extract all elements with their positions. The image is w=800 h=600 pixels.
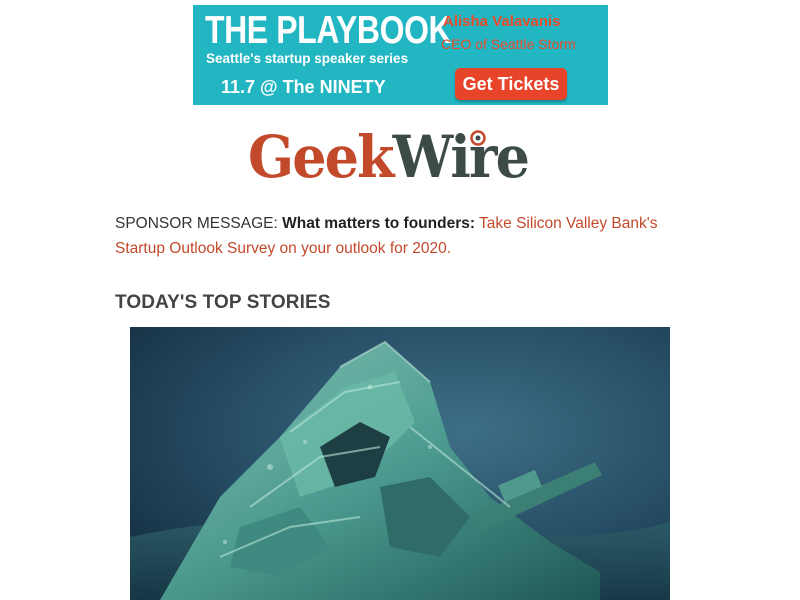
top-stories-heading: TODAY'S TOP STORIES xyxy=(115,292,331,313)
shipwreck-photo-icon xyxy=(130,327,670,600)
signal-dot-icon xyxy=(470,130,486,146)
top-story-image[interactable] xyxy=(130,327,670,600)
get-tickets-button[interactable]: Get Tickets xyxy=(455,68,567,100)
banner-speaker-role: CEO of Seattle Storm xyxy=(441,36,576,52)
geekwire-logo[interactable]: GeekWire xyxy=(248,122,553,192)
logo-geek: Geek xyxy=(248,123,394,191)
banner-speaker-name: Alisha Valavanis xyxy=(443,13,561,30)
banner-subtitle: Seattle's startup speaker series xyxy=(206,51,409,66)
banner-title: THE PLAYBOOK xyxy=(205,9,452,52)
banner-event-date: 11.7 @ The NINETY xyxy=(221,77,386,97)
playbook-banner-ad[interactable]: THE PLAYBOOK Seattle's startup speaker s… xyxy=(193,5,608,105)
sponsor-label: SPONSOR MESSAGE: xyxy=(115,215,283,232)
logo-wire: Wire xyxy=(392,123,530,191)
sponsor-message: SPONSOR MESSAGE: What matters to founder… xyxy=(115,211,685,261)
sponsor-headline: What matters to founders: xyxy=(282,215,476,232)
